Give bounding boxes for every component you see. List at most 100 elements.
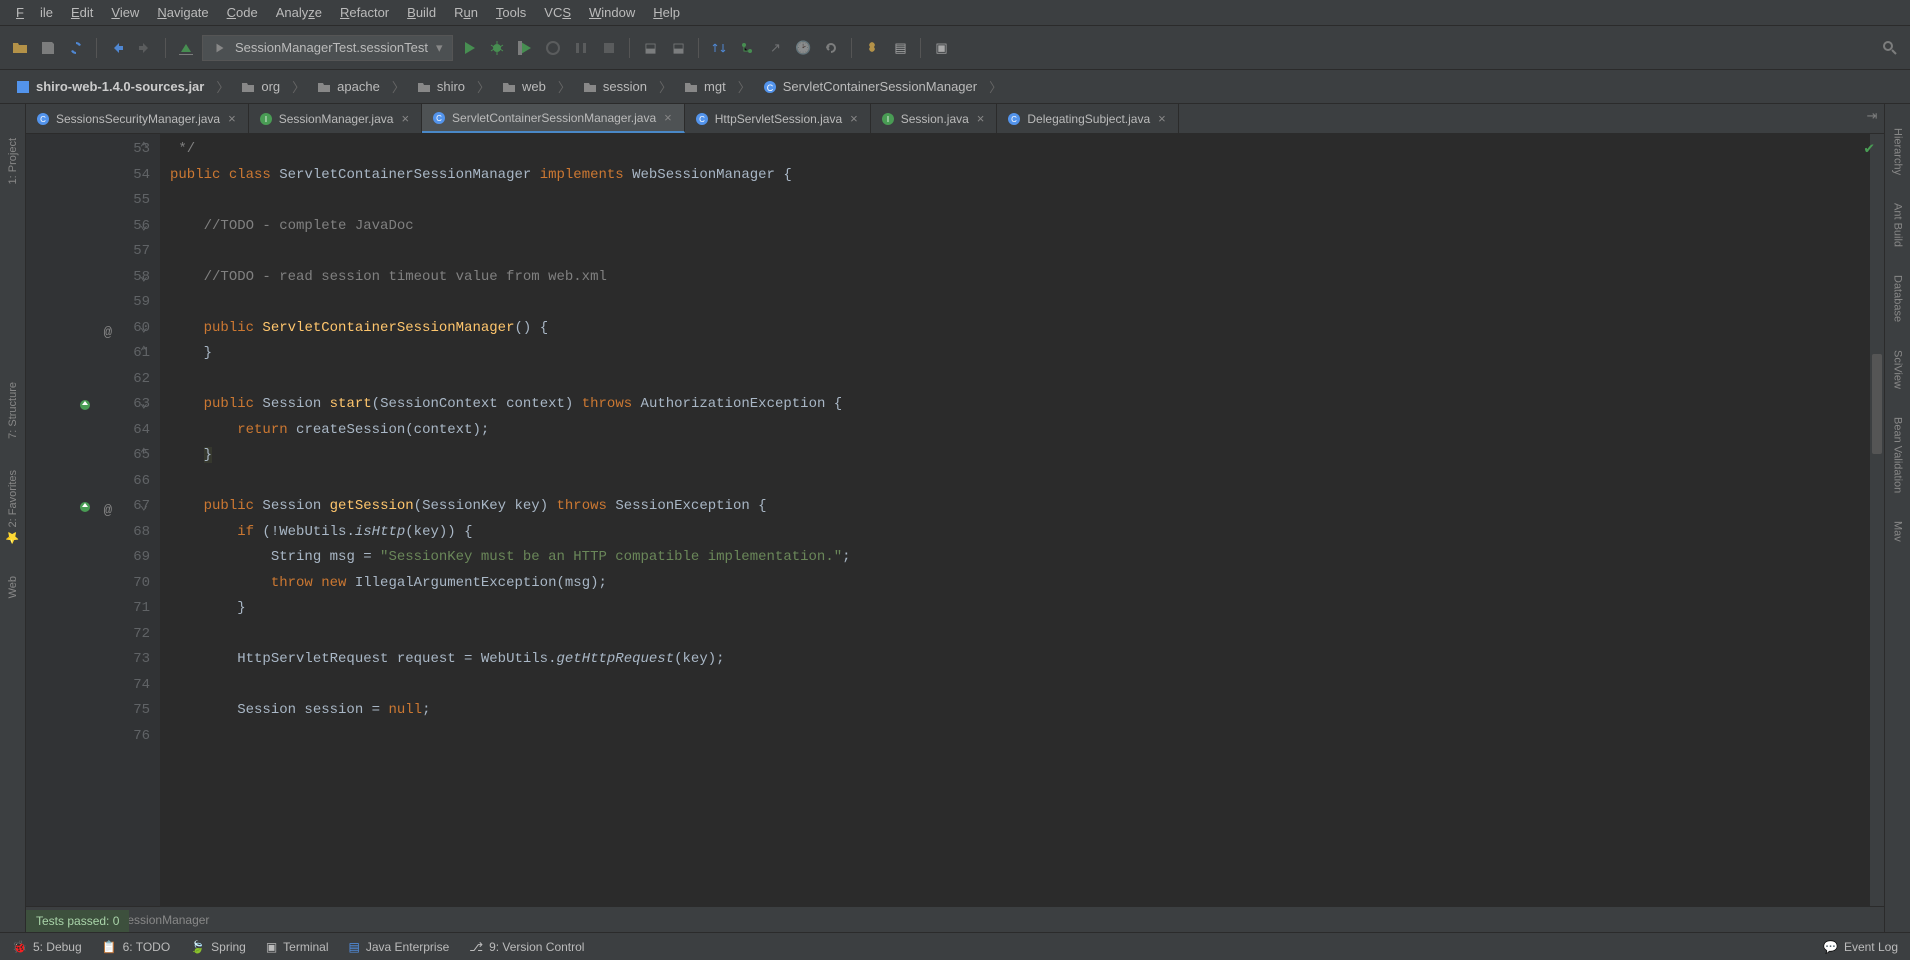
profile2-icon[interactable]: ⬓ [666,36,690,60]
project-tool[interactable]: 1: Project [7,134,19,188]
tab-http-servlet[interactable]: CHttpServletSession.java× [685,104,871,133]
fold-icon[interactable]: ⌄ [136,392,148,404]
spring-tool[interactable]: 🍃Spring [190,940,246,954]
tab-servlet-container[interactable]: CServletContainerSessionManager.java× [422,104,685,133]
menu-window[interactable]: Window [581,2,643,23]
run-icon[interactable] [457,36,481,60]
chevron-right-icon: 〉 [558,77,571,96]
line-number: @60⌄ [26,316,150,342]
settings-icon[interactable] [860,36,884,60]
vcs-commit-icon[interactable] [735,36,759,60]
terminal-tool[interactable]: ▣Terminal [266,940,329,954]
code-editor[interactable]: 53⌃ 54 55 56⌄ 57 58⌄ 59 @60⌄ 61⌃ 62 63⌄ … [26,134,1884,906]
line-number: 74 [26,673,150,699]
menu-file[interactable]: File [8,2,61,23]
vc-tool[interactable]: ⎇9: Version Control [469,940,584,954]
scrollbar[interactable]: ✔ [1870,134,1884,906]
menu-edit[interactable]: Edit [63,2,101,23]
structure-icon[interactable]: ▤ [888,36,912,60]
line-number: 53⌃ [26,137,150,163]
close-icon[interactable]: × [226,111,238,126]
close-icon[interactable]: × [848,111,860,126]
profiler-icon[interactable] [541,36,565,60]
menubar: File Edit View Navigate Code Analyze Ref… [0,0,1910,26]
fold-icon[interactable]: ⌄ [136,214,148,226]
hierarchy-tool[interactable]: Hierarchy [1892,124,1904,179]
beanvalidation-tool[interactable]: Bean Validation [1892,413,1904,497]
crumb-shiro[interactable]: shiro [409,77,473,96]
vcs-push-icon[interactable]: ↗ [763,36,787,60]
undo-icon[interactable] [819,36,843,60]
sciview-tool[interactable]: SciView [1892,346,1904,393]
tabs-dropdown-icon[interactable]: ⇥ [1860,104,1884,128]
menu-analyze[interactable]: Analyze [268,2,330,23]
fold-icon[interactable]: ⌃ [136,137,148,149]
crumb-apache[interactable]: apache [309,77,388,96]
stop-icon[interactable] [597,36,621,60]
menu-code[interactable]: Code [219,2,266,23]
menu-tools[interactable]: Tools [488,2,534,23]
close-icon[interactable]: × [975,111,987,126]
crumb-org[interactable]: org [233,77,288,96]
run2-icon[interactable] [569,36,593,60]
crumb-mgt[interactable]: mgt [676,77,734,96]
crumb-web[interactable]: web [494,77,554,96]
menu-navigate[interactable]: Navigate [149,2,216,23]
bottom-toolbar: 🐞5: Debug 📋6: TODO 🍃Spring ▣Terminal ▤Ja… [0,932,1910,960]
antbuild-tool[interactable]: Ant Build [1892,199,1904,251]
menu-refactor[interactable]: Refactor [332,2,397,23]
menu-run[interactable]: Run [446,2,486,23]
code-content[interactable]: */ public class ServletContainerSessionM… [160,134,1870,906]
tab-session-manager[interactable]: ISessionManager.java× [249,104,422,133]
crumb-jar[interactable]: shiro-web-1.4.0-sources.jar [8,77,212,96]
tab-session[interactable]: ISession.java× [871,104,998,133]
forward-icon[interactable] [133,36,157,60]
eventlog-tool[interactable]: 💬Event Log [1823,940,1898,954]
database-tool[interactable]: Database [1892,271,1904,326]
vcs-history-icon[interactable]: 🕑 [791,36,815,60]
crumb-session[interactable]: session [575,77,655,96]
help-icon[interactable]: ▣ [929,36,953,60]
line-number: 73 [26,647,150,673]
tab-delegating[interactable]: CDelegatingSubject.java× [997,104,1178,133]
close-icon[interactable]: × [1156,111,1168,126]
chevron-right-icon: 〉 [989,77,1002,96]
menu-build[interactable]: Build [399,2,444,23]
chevron-right-icon: 〉 [392,77,405,96]
line-number: 75 [26,698,150,724]
coverage-icon[interactable] [513,36,537,60]
web-tool[interactable]: Web [7,572,19,602]
close-icon[interactable]: × [662,110,674,125]
menu-vcs[interactable]: VCS [536,2,579,23]
favorites-tool[interactable]: ⭐ 2: Favorites [6,466,19,548]
mav-tool[interactable]: Mav [1892,517,1904,546]
save-icon[interactable] [36,36,60,60]
open-icon[interactable] [8,36,32,60]
debug-tool[interactable]: 🐞5: Debug [12,940,82,954]
structure-tool[interactable]: 7: Structure [7,378,19,443]
search-icon[interactable] [1878,36,1902,60]
build-icon[interactable] [174,36,198,60]
toolbar: SessionManagerTest.sessionTest ▾ ⬓ ⬓ ↗ 🕑… [0,26,1910,70]
run-config-selector[interactable]: SessionManagerTest.sessionTest ▾ [202,35,453,61]
scroll-thumb[interactable] [1872,354,1882,454]
line-number: 61⌃ [26,341,150,367]
sync-icon[interactable] [64,36,88,60]
back-icon[interactable] [105,36,129,60]
fold-icon[interactable]: ⌄ [136,494,148,506]
debug-icon[interactable] [485,36,509,60]
crumb-class[interactable]: CServletContainerSessionManager [755,77,985,96]
fold-icon[interactable]: ⌄ [136,316,148,328]
todo-tool[interactable]: 📋6: TODO [102,940,171,954]
vcs-update-icon[interactable] [707,36,731,60]
menu-help[interactable]: Help [645,2,688,23]
fold-icon[interactable]: ⌃ [136,443,148,455]
tab-sessions-security[interactable]: CSessionsSecurityManager.java× [26,104,249,133]
fold-icon[interactable]: ⌃ [136,341,148,353]
javaee-tool[interactable]: ▤Java Enterprise [349,940,450,954]
fold-icon[interactable]: ⌄ [136,265,148,277]
svg-text:I: I [887,115,889,124]
close-icon[interactable]: × [399,111,411,126]
menu-view[interactable]: View [103,2,147,23]
profile1-icon[interactable]: ⬓ [638,36,662,60]
